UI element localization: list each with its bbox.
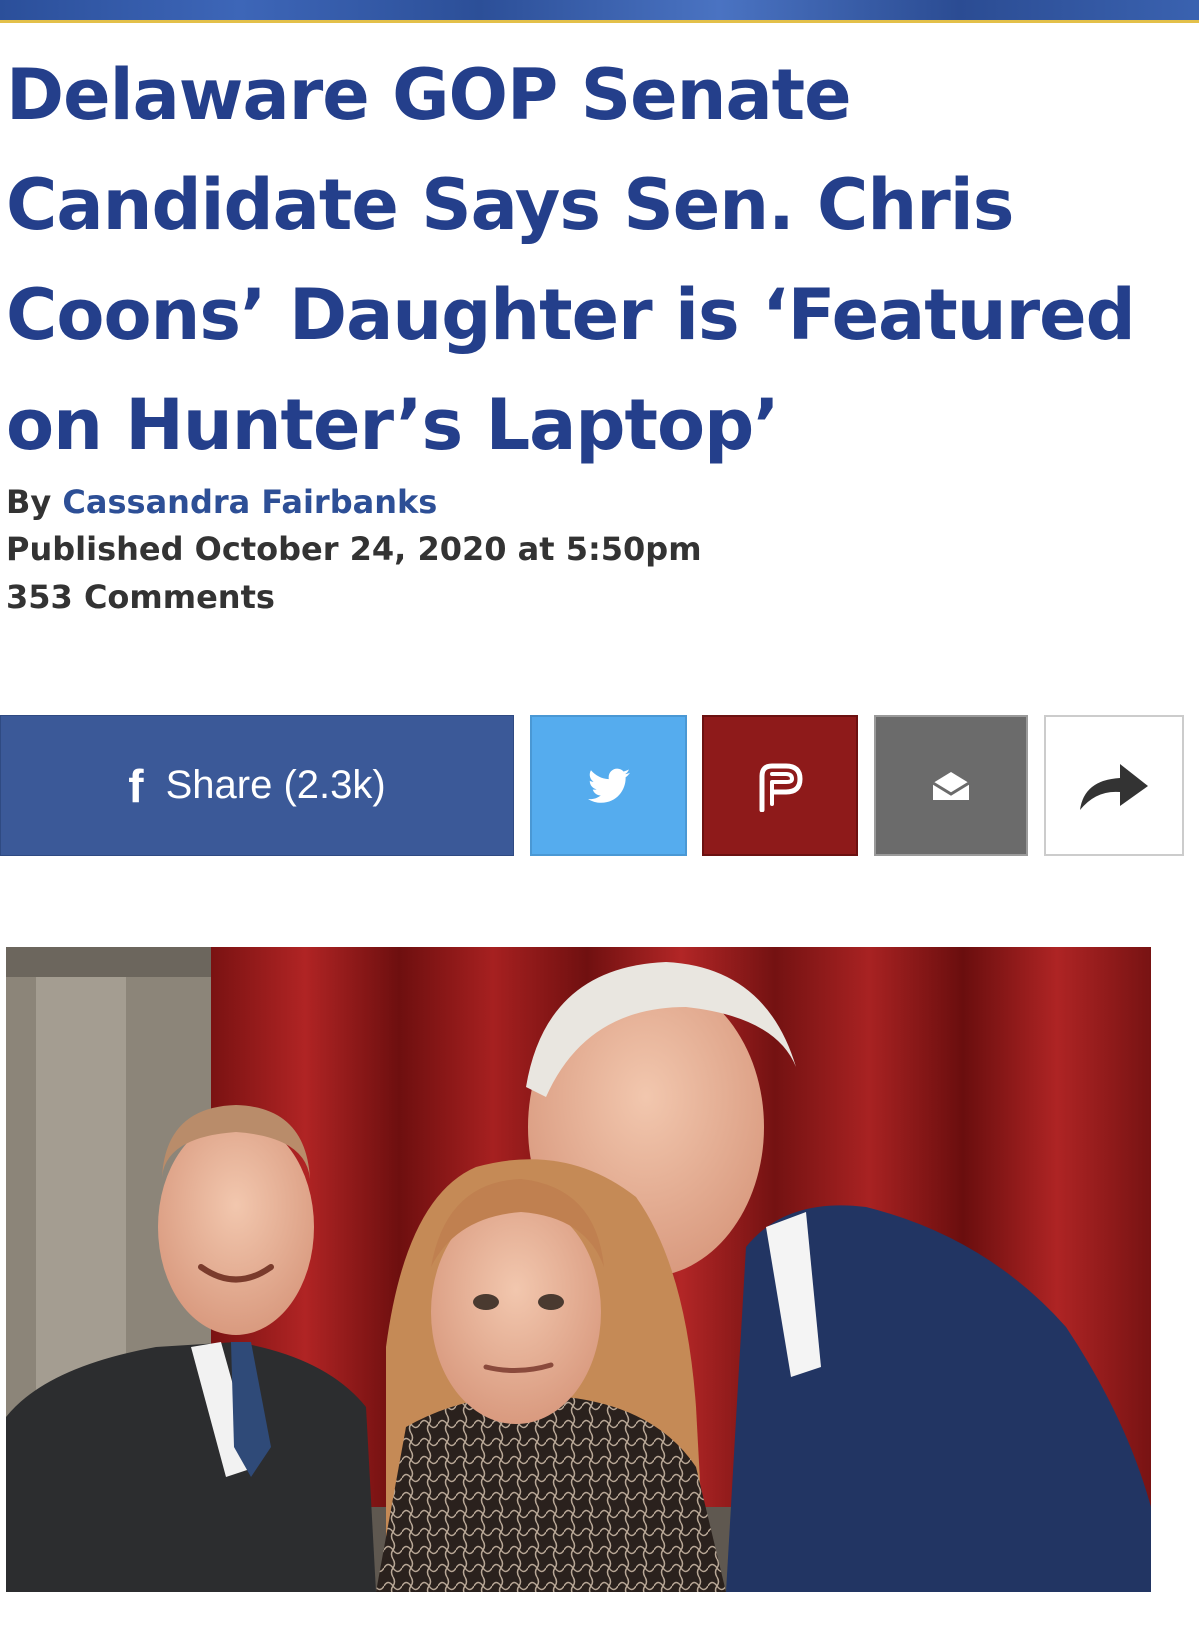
byline: By Cassandra Fairbanks	[6, 482, 437, 522]
article-headline: Delaware GOP Senate Candidate Says Sen. …	[6, 54, 1136, 466]
email-share-button[interactable]	[874, 715, 1028, 856]
parler-icon	[759, 763, 803, 812]
twitter-share-button[interactable]	[530, 715, 687, 856]
header-banner	[0, 0, 1199, 23]
share-bar: f Share (2.3k)	[0, 715, 1199, 858]
facebook-share-label: Share (2.3k)	[165, 763, 386, 807]
author-link[interactable]: Cassandra Fairbanks	[62, 483, 437, 521]
article-photo	[6, 947, 1151, 1592]
parler-share-button[interactable]	[702, 715, 858, 856]
facebook-icon: f	[128, 759, 144, 812]
email-icon	[932, 771, 970, 800]
comments-link[interactable]: 353 Comments	[6, 578, 275, 616]
by-label: By	[6, 483, 52, 521]
more-share-button[interactable]	[1044, 715, 1184, 856]
facebook-share-button[interactable]: f Share (2.3k)	[0, 715, 514, 856]
share-arrow-icon	[1080, 763, 1148, 810]
twitter-icon	[587, 768, 630, 803]
published-date: Published October 24, 2020 at 5:50pm	[6, 530, 702, 568]
